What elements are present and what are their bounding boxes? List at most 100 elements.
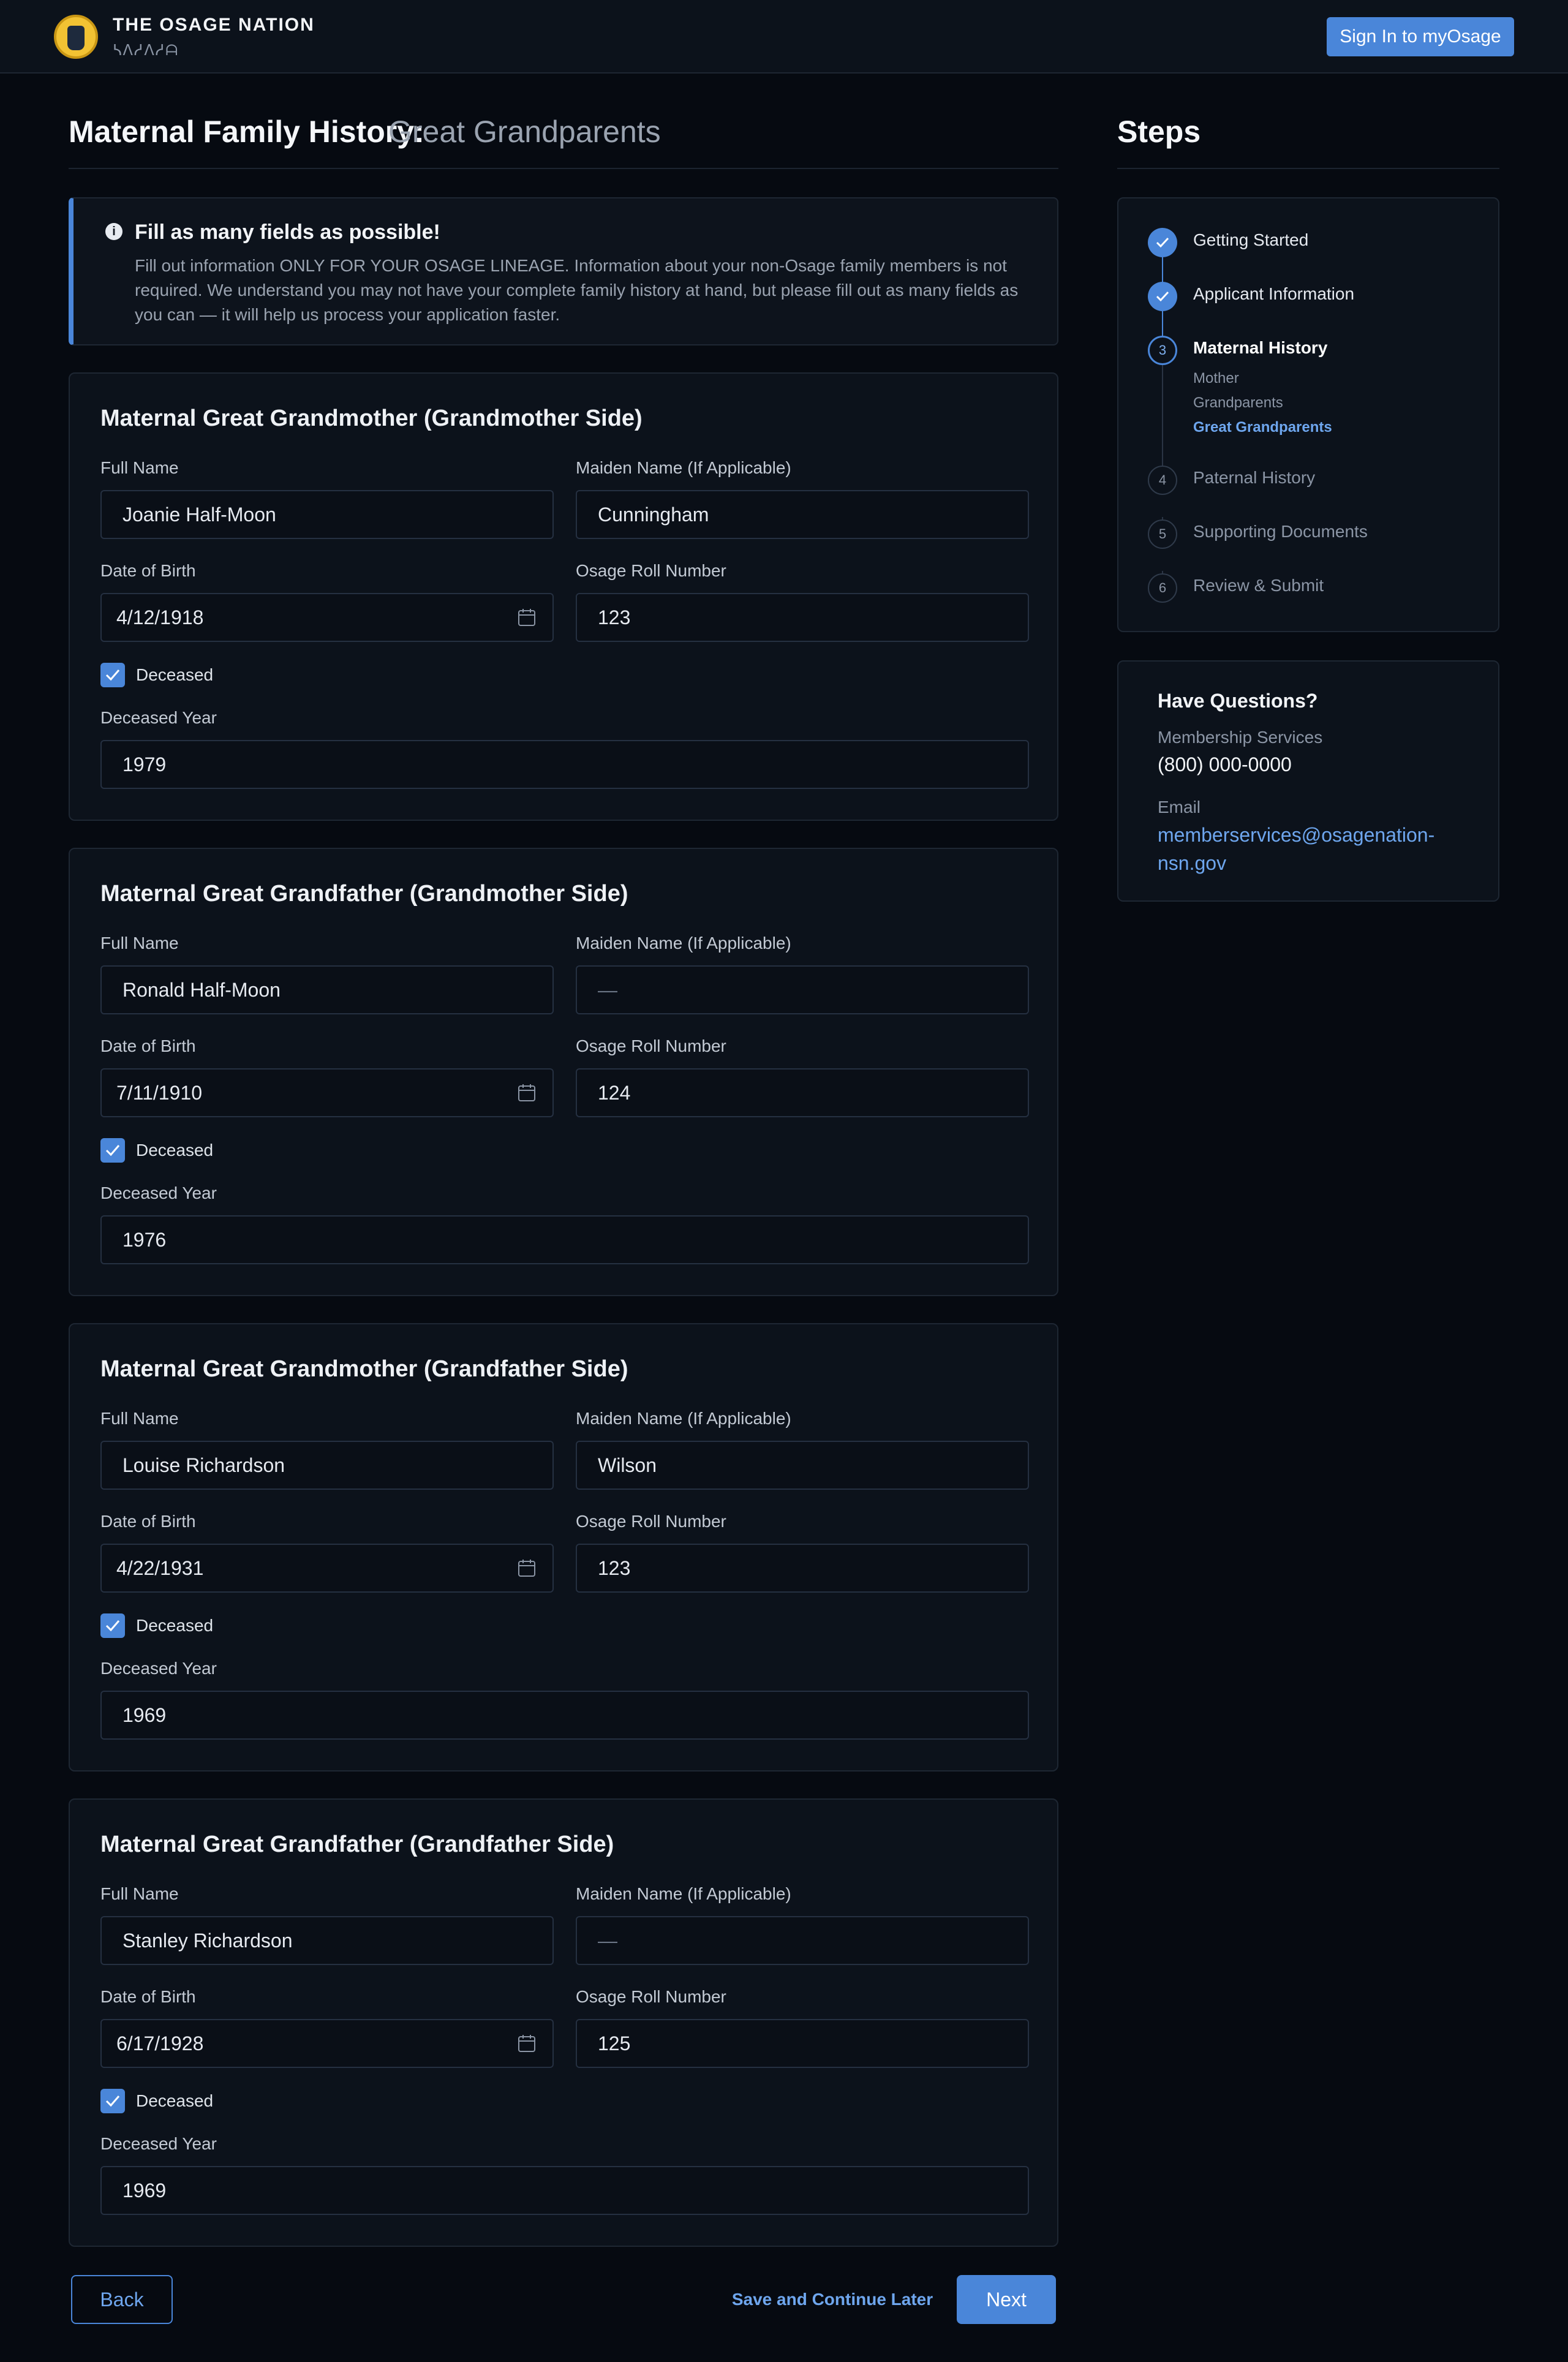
info-icon: i	[105, 223, 123, 240]
date-of-birth-label: Date of Birth	[100, 1512, 196, 1531]
page-subtitle: Great Grandparents	[388, 115, 661, 149]
email-label: Email	[1158, 798, 1201, 817]
brand-subtitle: ᓴᐱᓱᐱᓱᗩ	[113, 42, 179, 59]
ancestor-card: Maternal Great Grandfather (Grandfather …	[69, 1798, 1058, 2247]
date-of-birth-label: Date of Birth	[100, 561, 196, 580]
full-name-field[interactable]: Ronald Half-Moon	[100, 965, 554, 1014]
full-name-field[interactable]: Joanie Half-Moon	[100, 490, 554, 539]
substep-mother[interactable]: Mother	[1193, 370, 1239, 387]
step-complete-check-icon	[1148, 282, 1177, 311]
deceased-year-label: Deceased Year	[100, 1659, 217, 1678]
deceased-label[interactable]: Deceased	[136, 2091, 213, 2111]
deceased-checkbox[interactable]	[100, 663, 125, 687]
steps-title: Steps	[1117, 115, 1201, 149]
ancestor-card: Maternal Great Grandmother (Grandfather …	[69, 1323, 1058, 1772]
calendar-icon[interactable]	[517, 1558, 537, 1578]
substep-grandparents[interactable]: Grandparents	[1193, 394, 1283, 412]
full-name-label: Full Name	[100, 1884, 179, 1903]
date-of-birth-field[interactable]: 4/12/1918	[100, 593, 554, 642]
maiden-name-field[interactable]: Cunningham	[576, 490, 1029, 539]
ancestor-card-title: Maternal Great Grandfather (Grandfather …	[100, 1832, 614, 1857]
questions-title: Have Questions?	[1158, 690, 1318, 712]
step-number-badge: 6	[1148, 573, 1177, 603]
step-applicant-information[interactable]: Applicant Information	[1193, 284, 1354, 304]
deceased-checkbox[interactable]	[100, 1138, 125, 1163]
osage-roll-number-label: Osage Roll Number	[576, 1987, 726, 2006]
top-navbar: THE OSAGE NATION ᓴᐱᓱᐱᓱᗩ Sign In to myOsa…	[0, 0, 1568, 74]
ancestor-card: Maternal Great Grandmother (Grandmother …	[69, 372, 1058, 821]
deceased-checkbox[interactable]	[100, 1613, 125, 1638]
deceased-year-field[interactable]: 1969	[100, 1691, 1029, 1740]
step-number-badge: 5	[1148, 519, 1177, 549]
step-maternal-history[interactable]: Maternal History	[1193, 338, 1327, 358]
sign-in-button[interactable]: Sign In to myOsage	[1327, 17, 1514, 56]
maiden-name-label: Maiden Name (If Applicable)	[576, 1409, 791, 1428]
date-of-birth-value: 6/17/1928	[116, 2032, 204, 2054]
osage-roll-number-field[interactable]: 124	[576, 1068, 1029, 1117]
maiden-name-field[interactable]: —	[576, 1916, 1029, 1965]
deceased-year-field[interactable]: 1969	[100, 2166, 1029, 2215]
deceased-label[interactable]: Deceased	[136, 1141, 213, 1160]
deceased-year-field[interactable]: 1979	[100, 740, 1029, 789]
maiden-name-field[interactable]: —	[576, 965, 1029, 1014]
title-divider	[69, 168, 1058, 169]
membership-services-label: Membership Services	[1158, 728, 1323, 747]
osage-roll-number-field[interactable]: 123	[576, 593, 1029, 642]
date-of-birth-field[interactable]: 6/17/1928	[100, 2019, 554, 2068]
date-of-birth-value: 4/12/1918	[116, 606, 204, 628]
full-name-label: Full Name	[100, 458, 179, 477]
deceased-year-label: Deceased Year	[100, 708, 217, 727]
info-alert: i Fill as many fields as possible! Fill …	[69, 197, 1058, 345]
maiden-name-label: Maiden Name (If Applicable)	[576, 1884, 791, 1903]
page-title: Maternal Family History:	[69, 115, 424, 149]
date-of-birth-field[interactable]: 7/11/1910	[100, 1068, 554, 1117]
step-supporting-documents[interactable]: Supporting Documents	[1193, 522, 1368, 541]
osage-roll-number-label: Osage Roll Number	[576, 1036, 726, 1055]
date-of-birth-label: Date of Birth	[100, 1036, 196, 1055]
step-complete-check-icon	[1148, 228, 1177, 257]
next-button[interactable]: Next	[957, 2275, 1056, 2324]
ancestor-card-title: Maternal Great Grandmother (Grandmother …	[100, 406, 643, 431]
step-getting-started[interactable]: Getting Started	[1193, 230, 1308, 250]
osage-roll-number-label: Osage Roll Number	[576, 1512, 726, 1531]
email-link[interactable]: memberservices@osagenation-nsn.gov	[1158, 821, 1464, 877]
maiden-name-label: Maiden Name (If Applicable)	[576, 458, 791, 477]
date-of-birth-label: Date of Birth	[100, 1987, 196, 2006]
ancestor-card: Maternal Great Grandfather (Grandmother …	[69, 848, 1058, 1296]
deceased-checkbox[interactable]	[100, 2089, 125, 2113]
steps-divider	[1117, 168, 1499, 169]
brand-name: THE OSAGE NATION	[113, 15, 315, 35]
osage-roll-number-field[interactable]: 125	[576, 2019, 1029, 2068]
full-name-label: Full Name	[100, 934, 179, 953]
calendar-icon[interactable]	[517, 1083, 537, 1103]
ancestor-card-title: Maternal Great Grandmother (Grandfather …	[100, 1356, 628, 1382]
osage-nation-logo-icon[interactable]	[54, 15, 98, 59]
full-name-field[interactable]: Louise Richardson	[100, 1441, 554, 1490]
full-name-field[interactable]: Stanley Richardson	[100, 1916, 554, 1965]
calendar-icon[interactable]	[517, 2034, 537, 2053]
save-continue-later-button[interactable]: Save and Continue Later	[725, 2275, 940, 2324]
deceased-year-label: Deceased Year	[100, 1183, 217, 1202]
phone-number[interactable]: (800) 000-0000	[1158, 753, 1292, 776]
maiden-name-field[interactable]: Wilson	[576, 1441, 1029, 1490]
ancestor-card-title: Maternal Great Grandfather (Grandmother …	[100, 881, 628, 907]
full-name-label: Full Name	[100, 1409, 179, 1428]
alert-body: Fill out information ONLY FOR YOUR OSAGE…	[135, 256, 1019, 324]
questions-panel: Have Questions? Membership Services (800…	[1117, 660, 1499, 902]
step-paternal-history[interactable]: Paternal History	[1193, 468, 1315, 488]
deceased-label[interactable]: Deceased	[136, 1616, 213, 1636]
step-review-submit[interactable]: Review & Submit	[1193, 576, 1324, 595]
osage-roll-number-field[interactable]: 123	[576, 1544, 1029, 1593]
alert-title: Fill as many fields as possible!	[135, 221, 440, 244]
back-button[interactable]: Back	[71, 2275, 173, 2324]
steps-panel: Getting Started Applicant Information 3 …	[1117, 197, 1499, 632]
deceased-year-label: Deceased Year	[100, 2134, 217, 2153]
date-of-birth-value: 4/22/1931	[116, 1557, 204, 1579]
maiden-name-label: Maiden Name (If Applicable)	[576, 934, 791, 953]
substep-great-grandparents[interactable]: Great Grandparents	[1193, 419, 1332, 436]
deceased-year-field[interactable]: 1976	[100, 1215, 1029, 1264]
date-of-birth-field[interactable]: 4/22/1931	[100, 1544, 554, 1593]
calendar-icon[interactable]	[517, 608, 537, 627]
osage-roll-number-label: Osage Roll Number	[576, 561, 726, 580]
deceased-label[interactable]: Deceased	[136, 665, 213, 685]
